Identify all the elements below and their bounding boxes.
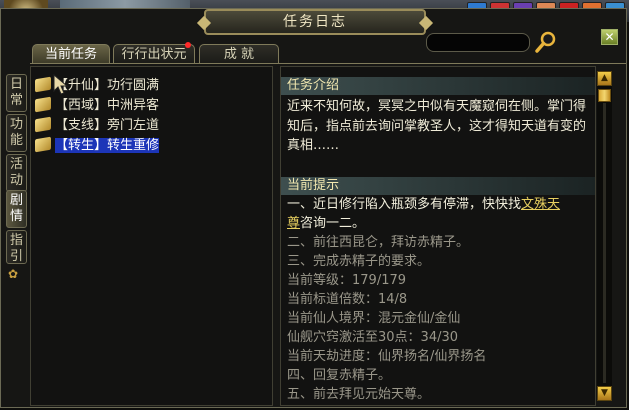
list-item[interactable]: 【西域】中洲异客	[35, 96, 159, 115]
tab-current-tasks[interactable]: 当前任务	[32, 44, 110, 64]
scroll-icon	[35, 76, 51, 93]
side-tab-daily[interactable]: 日常	[6, 74, 27, 112]
hint-line: 四、回复赤精子。	[287, 368, 392, 383]
hint-line: 当前标道倍数：14/8	[287, 292, 408, 307]
side-tab-function[interactable]: 功能	[6, 114, 27, 152]
gear-icon[interactable]: ✿	[8, 268, 20, 280]
intro-heading: 任务介绍	[281, 77, 595, 95]
npc-link[interactable]: 文殊天	[521, 197, 560, 212]
tab-divider	[30, 63, 626, 64]
list-item[interactable]: 【支线】旁门左道	[35, 116, 159, 135]
window-title: 任务日志	[204, 9, 426, 35]
npc-link[interactable]: 尊	[287, 216, 300, 231]
scroll-icon	[35, 96, 51, 113]
hint-line: 当前等级：179/179	[287, 273, 407, 288]
search-icon[interactable]	[535, 30, 557, 54]
hint-line: 当前天劫进度：仙界扬名/仙界扬名	[287, 349, 487, 364]
alert-dot-icon	[185, 42, 191, 48]
scroll-up-button[interactable]: ▲	[597, 71, 612, 86]
tab-achievements[interactable]: 成 就	[199, 44, 279, 64]
close-button[interactable]: ✕	[601, 29, 618, 45]
hint-line: 仙舰穴窍激活至30点：34/30	[287, 330, 459, 345]
search-input[interactable]	[426, 33, 530, 52]
scroll-down-button[interactable]: ▼	[597, 386, 612, 401]
hint-step-1-cont: 尊咨询一二。	[287, 216, 366, 231]
scroll-icon	[35, 116, 51, 133]
hint-line: 二、前往西昆仑，拜访赤精子。	[287, 235, 470, 250]
detail-scrollbar[interactable]: ▲ ▼	[597, 71, 612, 401]
scroll-thumb[interactable]	[598, 89, 611, 102]
hint-heading: 当前提示	[281, 177, 595, 195]
hint-line: 五、前去拜见元始天尊。	[287, 387, 431, 402]
task-list-panel: 【升仙】功行圆满 【西域】中洲异客 【支线】旁门左道 【转生】转生重修	[30, 66, 273, 406]
side-tab-story[interactable]: 剧情	[6, 190, 27, 228]
hint-step-1: 一、近日修行陷入瓶颈多有停滞，快快找文殊天	[287, 197, 561, 212]
mouse-cursor-icon	[53, 73, 69, 95]
tab-career[interactable]: 行行出状元	[113, 42, 195, 64]
selected-task-label: 【转生】转生重修	[55, 138, 160, 153]
side-tab-event[interactable]: 活动	[6, 154, 27, 192]
hint-line: 当前仙人境界：混元金仙/金仙	[287, 311, 461, 326]
list-item-selected[interactable]: 【转生】转生重修	[35, 136, 160, 155]
scroll-track[interactable]	[603, 103, 606, 383]
scroll-icon	[35, 136, 51, 153]
side-tab-guide[interactable]: 指引	[6, 230, 27, 264]
intro-text: 近来不知何故，冥冥之中似有天魔窥伺在侧。掌门得知后，指点前去询问掌教圣人，这才得…	[287, 99, 587, 153]
hint-line: 三、完成赤精子的要求。	[287, 254, 431, 269]
task-detail-panel: 任务介绍 近来不知何故，冥冥之中似有天魔窥伺在侧。掌门得知后，指点前去询问掌教圣…	[280, 66, 596, 406]
